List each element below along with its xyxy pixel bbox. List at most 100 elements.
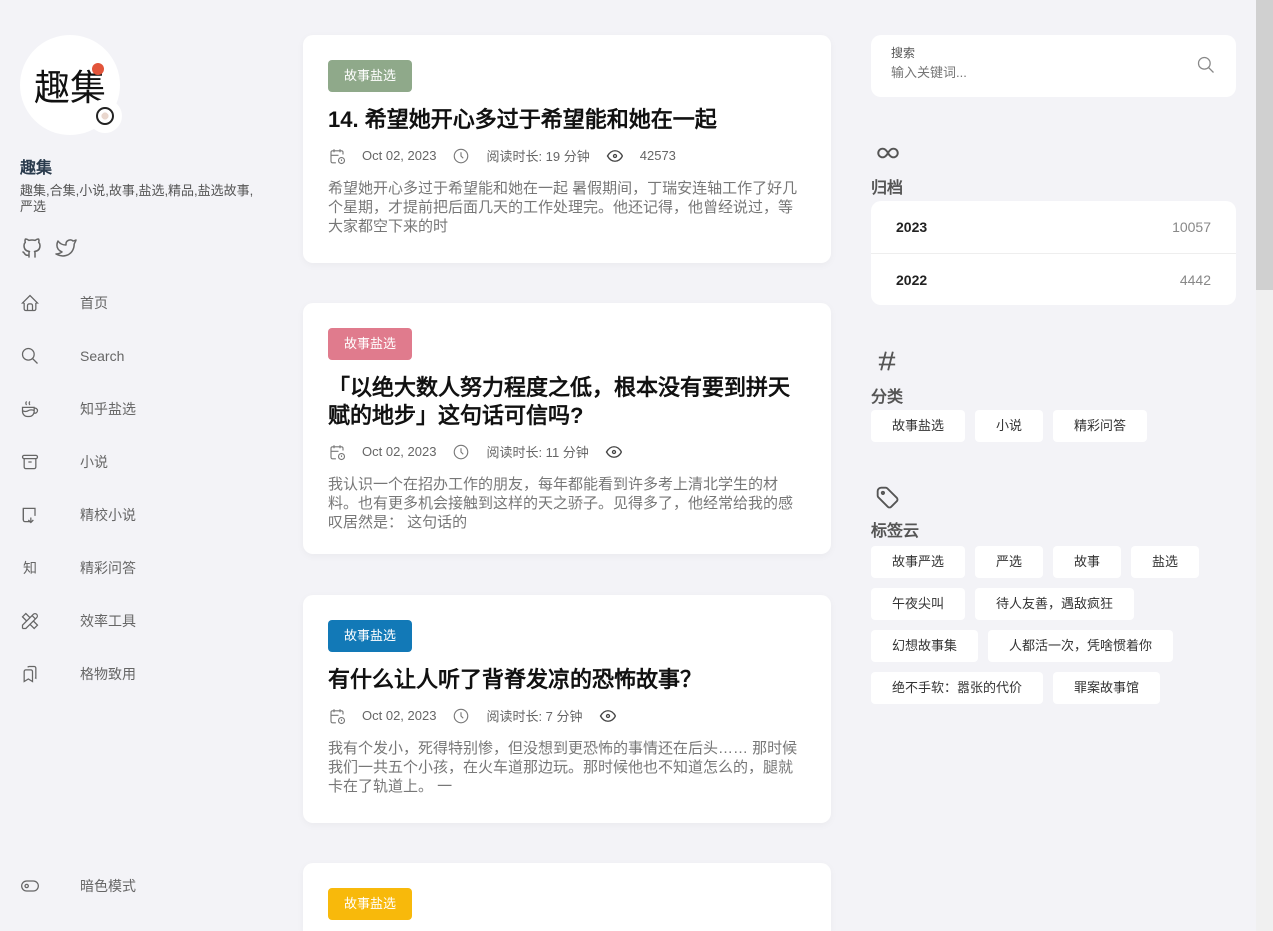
post-date: Oct 02, 2023 bbox=[362, 708, 437, 723]
hash-icon bbox=[873, 347, 901, 380]
category-chip[interactable]: 小说 bbox=[975, 410, 1044, 442]
nav-item-label: 首页 bbox=[80, 294, 108, 311]
post-category-badge[interactable]: 故事盐选 bbox=[328, 620, 413, 652]
archive-count: 4442 bbox=[1179, 271, 1211, 288]
zhi-icon: 知 bbox=[23, 559, 37, 576]
post-read-time: 阅读时长: 11 分钟 bbox=[486, 445, 589, 460]
post-read-time: 阅读时长: 7 分钟 bbox=[486, 709, 583, 724]
tag-chip[interactable]: 幻想故事集 bbox=[871, 630, 979, 662]
eye-icon bbox=[599, 709, 616, 722]
nav-item-label: 效率工具 bbox=[80, 612, 136, 629]
dark-mode-label: 暗色模式 bbox=[80, 878, 136, 894]
post-card[interactable]: 故事盐选 「以绝大数人努力程度之低，根本没有要到拼天赋的地步」这句话可信吗? O… bbox=[303, 303, 831, 554]
post-category-badge[interactable]: 故事盐选 bbox=[328, 888, 413, 920]
categories-title: 分类 bbox=[871, 389, 904, 406]
nav-item-gewu[interactable]: 格物致用 bbox=[20, 647, 250, 700]
archive-list: 2023 10057 2022 4442 bbox=[871, 201, 1236, 305]
tag-chip[interactable]: 人都活一次，凭啥惯着你 bbox=[988, 630, 1174, 662]
nav-item-proofread-novel[interactable]: 精校小说 bbox=[20, 488, 250, 541]
tag-chip[interactable]: 罪案故事馆 bbox=[1053, 672, 1161, 704]
post-card[interactable]: 故事盐选 有什么让人听了背脊发凉的恐怖故事？ Oct 02, 2023 阅读时长… bbox=[303, 595, 831, 823]
tag-cloud-title: 标签云 bbox=[871, 523, 920, 540]
book-download-icon bbox=[20, 505, 40, 525]
nav-item-zhihu-yanxuan[interactable]: 知乎盐选 bbox=[20, 382, 250, 435]
nav-item-label: 精彩问答 bbox=[80, 559, 136, 576]
infinity-icon bbox=[873, 140, 903, 171]
nav-item-home[interactable]: 首页 bbox=[20, 276, 250, 329]
post-excerpt: 我认识一个在招办工作的朋友，每年都能看到许多考上清北学生的材料。也有更多机会接触… bbox=[328, 476, 794, 531]
post-card[interactable]: 故事盐选 bbox=[303, 863, 831, 931]
archive-row[interactable]: 2023 10057 bbox=[871, 201, 1236, 253]
post-category-badge[interactable]: 故事盐选 bbox=[328, 60, 413, 92]
calendar-clock-icon bbox=[330, 444, 346, 460]
clock-icon bbox=[454, 444, 469, 459]
nav-item-label: 小说 bbox=[80, 453, 108, 470]
site-title[interactable]: 趣集 bbox=[20, 154, 52, 178]
nav-item-search[interactable]: Search bbox=[20, 329, 250, 382]
post-meta: Oct 02, 2023 阅读时长: 19 分钟 42573 bbox=[328, 146, 806, 165]
scrollbar-thumb[interactable] bbox=[1256, 0, 1273, 290]
nav-item-qa[interactable]: 知 精彩问答 bbox=[20, 541, 250, 594]
search-input[interactable] bbox=[891, 65, 1171, 80]
post-excerpt: 希望她开心多过于希望能和她在一起 暑假期间，丁瑞安连轴工作了好几个星期，才提前把… bbox=[328, 180, 798, 235]
tag-chip[interactable]: 盐选 bbox=[1131, 546, 1200, 578]
search-widget: 搜索 bbox=[871, 35, 1236, 97]
tag-chip[interactable]: 故事严选 bbox=[871, 546, 966, 578]
archive-year: 2023 bbox=[896, 219, 928, 235]
post-date: Oct 02, 2023 bbox=[362, 444, 437, 459]
archive-title: 归档 bbox=[871, 180, 904, 197]
category-chip[interactable]: 故事盐选 bbox=[871, 410, 966, 442]
coffee-icon bbox=[20, 399, 40, 419]
clock-icon bbox=[454, 148, 469, 163]
site-subtitle: 趣集,合集,小说,故事,盐选,精品,盐选故事,严选 bbox=[20, 183, 254, 214]
avatar-emoji-badge bbox=[88, 99, 122, 133]
post-title[interactable]: 「以绝大数人努力程度之低，根本没有要到拼天赋的地步」这句话可信吗? bbox=[328, 374, 806, 430]
post-title[interactable]: 有什么让人听了背脊发凉的恐怖故事？ bbox=[328, 666, 806, 694]
eye-icon bbox=[606, 149, 623, 162]
nav-item-tools[interactable]: 效率工具 bbox=[20, 594, 250, 647]
bookmark-icon bbox=[20, 664, 40, 684]
archive-year: 2022 bbox=[896, 271, 928, 288]
eye-icon bbox=[605, 445, 622, 458]
avatar[interactable]: 趣集 bbox=[20, 35, 122, 135]
post-views: 42573 bbox=[639, 148, 676, 163]
post-read-time: 阅读时长: 19 分钟 bbox=[486, 149, 590, 164]
search-icon[interactable] bbox=[1196, 55, 1216, 80]
dark-mode-toggle[interactable]: 暗色模式 bbox=[20, 870, 136, 902]
main-nav: 首页 Search 知乎盐选 小说 精校小说 知 精彩问答 效率工具 格物致用 bbox=[20, 276, 250, 700]
emoji-icon bbox=[96, 107, 114, 125]
post-card[interactable]: 故事盐选 14. 希望她开心多过于希望能和她在一起 Oct 02, 2023 阅… bbox=[303, 35, 831, 263]
tools-icon bbox=[20, 611, 40, 631]
archive-box-icon bbox=[20, 452, 40, 472]
tag-icon bbox=[873, 483, 901, 516]
tag-chip[interactable]: 故事 bbox=[1053, 546, 1122, 578]
twitter-icon[interactable] bbox=[54, 236, 78, 260]
nav-item-label: Search bbox=[80, 347, 125, 364]
toggle-icon bbox=[20, 876, 40, 896]
nav-item-label: 格物致用 bbox=[80, 665, 136, 682]
post-excerpt: 我有个发小，死得特别惨，但没想到更恐怖的事情还在后头…… 那时候我们一共五个小孩… bbox=[328, 740, 798, 795]
social-links bbox=[20, 236, 78, 260]
tag-chips: 故事严选 严选 故事 盐选 午夜尖叫 待人友善，遇敌疯狂 幻想故事集 人都活一次… bbox=[871, 546, 1236, 704]
github-icon[interactable] bbox=[20, 236, 44, 260]
post-title[interactable]: 14. 希望她开心多过于希望能和她在一起 bbox=[328, 106, 806, 134]
archive-row[interactable]: 2022 4442 bbox=[871, 253, 1236, 305]
post-date: Oct 02, 2023 bbox=[362, 148, 437, 163]
home-icon bbox=[20, 293, 40, 313]
post-meta: Oct 02, 2023 阅读时长: 7 分钟 bbox=[328, 706, 806, 725]
tag-chip[interactable]: 严选 bbox=[975, 546, 1044, 578]
tag-chip[interactable]: 午夜尖叫 bbox=[871, 588, 966, 620]
tag-chip[interactable]: 绝不手软：嚣张的代价 bbox=[871, 672, 1044, 704]
scrollbar[interactable] bbox=[1256, 0, 1273, 931]
post-category-badge[interactable]: 故事盐选 bbox=[328, 328, 413, 360]
left-sidebar: 趣集 趣集 趣集,合集,小说,故事,盐选,精品,盐选故事,严选 首页 Searc… bbox=[0, 0, 270, 931]
calendar-clock-icon bbox=[330, 708, 346, 724]
category-chip[interactable]: 精彩问答 bbox=[1053, 410, 1148, 442]
nav-item-novel[interactable]: 小说 bbox=[20, 435, 250, 488]
avatar-logo-dot bbox=[92, 63, 104, 75]
search-icon bbox=[20, 346, 40, 366]
tag-chip[interactable]: 待人友善，遇敌疯狂 bbox=[975, 588, 1135, 620]
calendar-clock-icon bbox=[330, 148, 346, 164]
search-label: 搜索 bbox=[891, 46, 916, 60]
category-chips: 故事盐选 小说 精彩问答 bbox=[871, 410, 1236, 442]
